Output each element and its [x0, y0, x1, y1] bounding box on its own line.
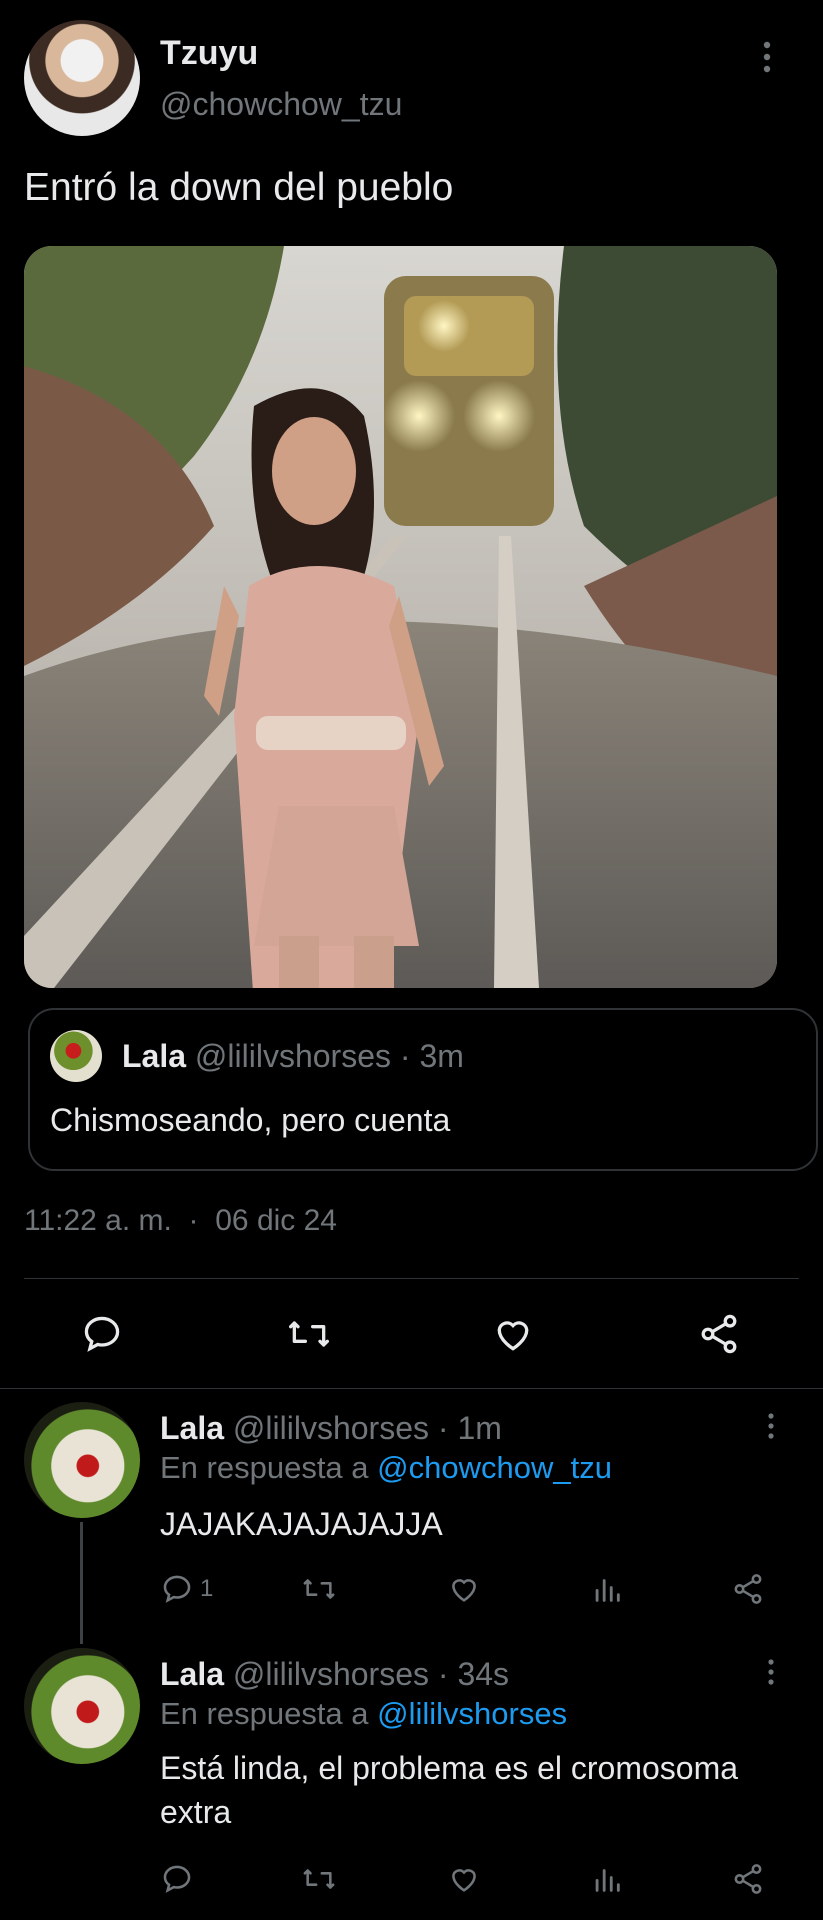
quoted-text: Chismoseando, pero cuenta — [50, 1102, 451, 1138]
tweet-timestamp: 11:22 a. m. · 06 dic 24 — [24, 1204, 337, 1238]
reply-to-handle[interactable]: @lililvshorses — [377, 1696, 567, 1731]
comment-button[interactable]: 1 — [160, 1572, 213, 1606]
reply-context-label: En respuesta a — [160, 1696, 369, 1731]
comment-button[interactable] — [160, 1862, 200, 1896]
share-icon[interactable] — [696, 1312, 742, 1356]
thread-connector — [80, 1522, 83, 1644]
comment-icon[interactable] — [160, 1572, 194, 1606]
author-handle[interactable]: @chowchow_tzu — [160, 86, 402, 123]
retweet-icon[interactable] — [300, 1862, 338, 1896]
tweet-photo[interactable] — [24, 246, 777, 988]
like-icon[interactable] — [446, 1862, 482, 1896]
reply-author-avatar[interactable] — [24, 1402, 140, 1518]
reply-text: JAJAKAJAJAJAJJA — [160, 1506, 443, 1542]
share-icon[interactable] — [730, 1572, 766, 1606]
separator-dot: · — [437, 1656, 449, 1692]
reply-author-name[interactable]: Lala — [160, 1410, 224, 1446]
quoted-author-avatar — [50, 1030, 102, 1082]
reply-time: 1m — [457, 1410, 502, 1446]
separator-dot: · — [437, 1410, 449, 1446]
tweet-date: 06 dic 24 — [215, 1204, 337, 1237]
quoted-author-name: Lala — [122, 1038, 187, 1074]
divider — [24, 1278, 799, 1279]
more-icon[interactable] — [766, 1658, 776, 1686]
views-icon[interactable] — [590, 1572, 624, 1606]
views-icon[interactable] — [590, 1862, 624, 1896]
separator-dot: · — [399, 1038, 411, 1074]
quoted-time: 3m — [419, 1038, 464, 1074]
comment-icon[interactable] — [160, 1862, 194, 1896]
reply-author-name[interactable]: Lala — [160, 1656, 224, 1692]
author-avatar[interactable] — [24, 20, 140, 136]
like-icon[interactable] — [490, 1312, 536, 1356]
comment-icon[interactable] — [80, 1312, 124, 1356]
reply-text: Está linda, el problema es el cromosoma … — [160, 1750, 739, 1830]
divider — [0, 1388, 823, 1389]
reply-author-avatar[interactable] — [24, 1648, 140, 1764]
retweet-icon[interactable] — [300, 1572, 338, 1606]
reply-context-label: En respuesta a — [160, 1450, 369, 1485]
reply-time: 34s — [457, 1656, 510, 1692]
reply-author-handle[interactable]: @lililvshorses — [233, 1656, 429, 1692]
quoted-tweet[interactable]: Lala @lililvshorses · 3m Chismoseando, p… — [28, 1008, 818, 1171]
reply-author-handle[interactable]: @lililvshorses — [233, 1410, 429, 1446]
quoted-author-handle: @lililvshorses — [194, 1038, 391, 1074]
tweet-time: 11:22 a. m. — [24, 1204, 172, 1237]
more-icon[interactable] — [766, 1412, 776, 1440]
more-icon[interactable] — [760, 40, 774, 74]
retweet-icon[interactable] — [285, 1312, 333, 1356]
author-name[interactable]: Tzuyu — [160, 34, 258, 73]
like-icon[interactable] — [446, 1572, 482, 1606]
reply-to-handle[interactable]: @chowchow_tzu — [377, 1450, 612, 1485]
tweet-text: Entró la down del pueblo — [24, 166, 454, 209]
separator-dot: · — [180, 1204, 207, 1237]
reply-count: 1 — [200, 1575, 214, 1602]
share-icon[interactable] — [730, 1862, 766, 1896]
